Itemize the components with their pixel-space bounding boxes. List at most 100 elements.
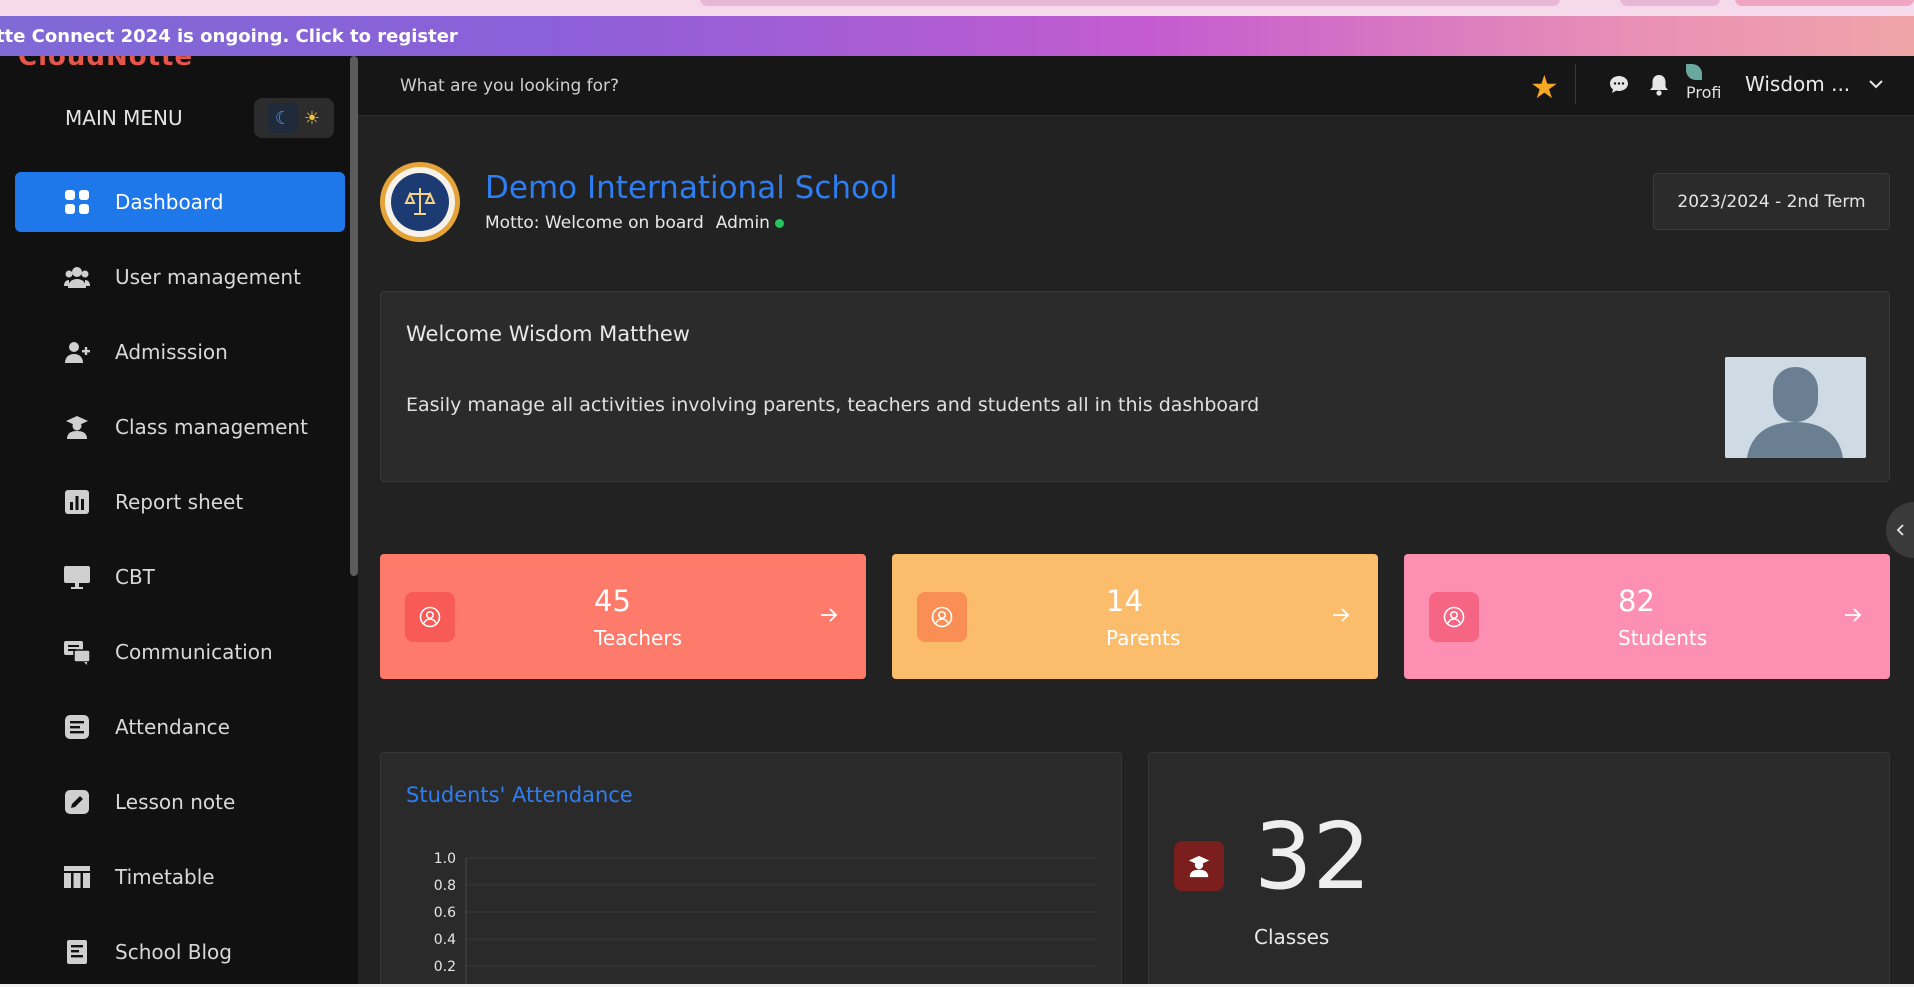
banner-text: tte Connect 2024 is ongoing. Click to re… [0,25,458,47]
stat-card-teachers[interactable]: 45 Teachers [380,554,866,679]
term-selector-button[interactable]: 2023/2024 - 2nd Term [1653,173,1890,230]
event-banner[interactable]: tte Connect 2024 is ongoing. Click to re… [0,16,1914,56]
sidebar-item-dashboard[interactable]: Dashboard [15,172,345,232]
arrow-right-icon[interactable] [1330,604,1352,630]
school-motto: Motto: Welcome on board [485,213,704,233]
panel-collapse-tab[interactable] [1886,502,1914,558]
sidebar-item-school-blog[interactable]: School Blog [15,922,345,982]
stat-card-parents[interactable]: 14 Parents [892,554,1378,679]
bar-chart-icon [64,489,90,515]
edit-icon [64,789,90,815]
y-tick-label: 0.8 [434,878,456,894]
user-circle-icon [405,592,455,642]
stat-card-students[interactable]: 82 Students [1404,554,1890,679]
stat-label: Teachers [594,626,682,650]
browser-button [1620,0,1720,6]
welcome-card: Welcome Wisdom Matthew Easily manage all… [380,291,1890,482]
app-root: tte Connect 2024 is ongoing. Click to re… [0,0,1914,987]
sidebar-item-attendance[interactable]: Attendance [15,697,345,757]
arrow-right-icon[interactable] [1842,604,1864,630]
monitor-icon [64,564,90,590]
school-logo-ring [385,167,455,237]
y-tick-label: 0.6 [434,905,456,921]
table-icon [64,864,90,890]
chat-icon [64,639,90,665]
browser-chrome-strip [0,0,1914,16]
sidebar-item-label: School Blog [115,940,232,964]
welcome-title: Welcome Wisdom Matthew [406,322,690,346]
avatar-alt-text: Profi [1686,83,1722,102]
avatar[interactable]: Profi [1686,64,1732,108]
broken-image-icon [1686,64,1702,80]
sidebar: CloudNotte MAIN MENU ☾ ☀ Dashboard User … [0,56,358,987]
blog-icon [64,939,90,965]
moon-icon[interactable]: ☾ [267,103,298,133]
user-circle-icon [917,592,967,642]
chat-icon[interactable] [1608,74,1630,100]
scales-icon [404,188,436,215]
online-status-dot [774,218,784,228]
user-placeholder-image [1725,357,1866,458]
sidebar-item-label: Lesson note [115,790,236,814]
chevron-down-icon[interactable] [1866,74,1886,98]
attendance-chart: 1.0 0.8 0.6 0.4 0.2 [434,851,1096,987]
sidebar-item-admission[interactable]: Admisssion [15,322,345,382]
username[interactable]: Wisdom ... [1745,72,1850,96]
sidebar-item-label: Report sheet [115,490,244,514]
sidebar-item-label: Attendance [115,715,230,739]
theme-toggle[interactable]: ☾ ☀ [254,98,334,138]
browser-address-bar [700,0,1560,6]
graduate-icon [1174,841,1224,891]
add-user-icon [64,339,90,365]
school-logo-core [391,173,449,231]
top-header: ★ Profi Wisdom ... [358,56,1914,116]
sidebar-item-label: Class management [115,415,308,439]
search-input[interactable] [400,74,900,98]
sidebar-scrollbar[interactable] [350,56,358,576]
header-divider [1575,64,1576,104]
classes-count: 32 [1254,803,1372,910]
sidebar-item-label: Admisssion [115,340,228,364]
sidebar-item-class-management[interactable]: Class management [15,397,345,457]
sidebar-item-label: Dashboard [115,190,224,214]
stat-value: 14 [1106,584,1143,618]
arrow-right-icon[interactable] [818,604,840,630]
classes-card[interactable]: 32 Classes [1148,752,1890,987]
sidebar-item-label: Communication [115,640,273,664]
sidebar-item-cbt[interactable]: CBT [15,547,345,607]
stat-value: 45 [594,584,631,618]
classes-label: Classes [1254,925,1330,949]
sidebar-item-communication[interactable]: Communication [15,622,345,682]
school-name: Demo International School [485,170,898,206]
main-menu-title: MAIN MENU [65,106,183,130]
graduate-icon [64,414,90,440]
list-icon [64,714,90,740]
sidebar-item-label: User management [115,265,301,289]
bell-icon[interactable] [1648,73,1670,101]
y-tick-label: 0.2 [434,959,456,975]
user-role: Admin [715,213,770,233]
sun-icon[interactable]: ☀ [304,108,320,129]
sidebar-item-user-management[interactable]: User management [15,247,345,307]
user-circle-icon [1429,592,1479,642]
sidebar-item-report-sheet[interactable]: Report sheet [15,472,345,532]
star-icon[interactable]: ★ [1530,68,1559,106]
browser-button [1735,0,1914,6]
grid-icon [64,189,90,215]
sidebar-nav: Dashboard User management Admisssion Cla… [15,172,345,987]
sidebar-item-lesson-note[interactable]: Lesson note [15,772,345,832]
users-icon [64,264,90,290]
stat-label: Parents [1106,626,1181,650]
chevron-left-icon [1896,524,1904,536]
sidebar-item-timetable[interactable]: Timetable [15,847,345,907]
stat-label: Students [1618,626,1708,650]
sidebar-item-label: CBT [115,565,155,589]
welcome-text: Easily manage all activities involving p… [406,394,1260,416]
app-logo[interactable]: CloudNotte [18,56,193,72]
school-logo [380,162,460,242]
stat-value: 82 [1618,584,1655,618]
attendance-title: Students' Attendance [406,783,633,807]
y-tick-label: 1.0 [434,851,456,867]
attendance-card: Students' Attendance 1.0 0.8 0.6 0.4 0.2 [380,752,1122,987]
sidebar-item-label: Timetable [115,865,215,889]
